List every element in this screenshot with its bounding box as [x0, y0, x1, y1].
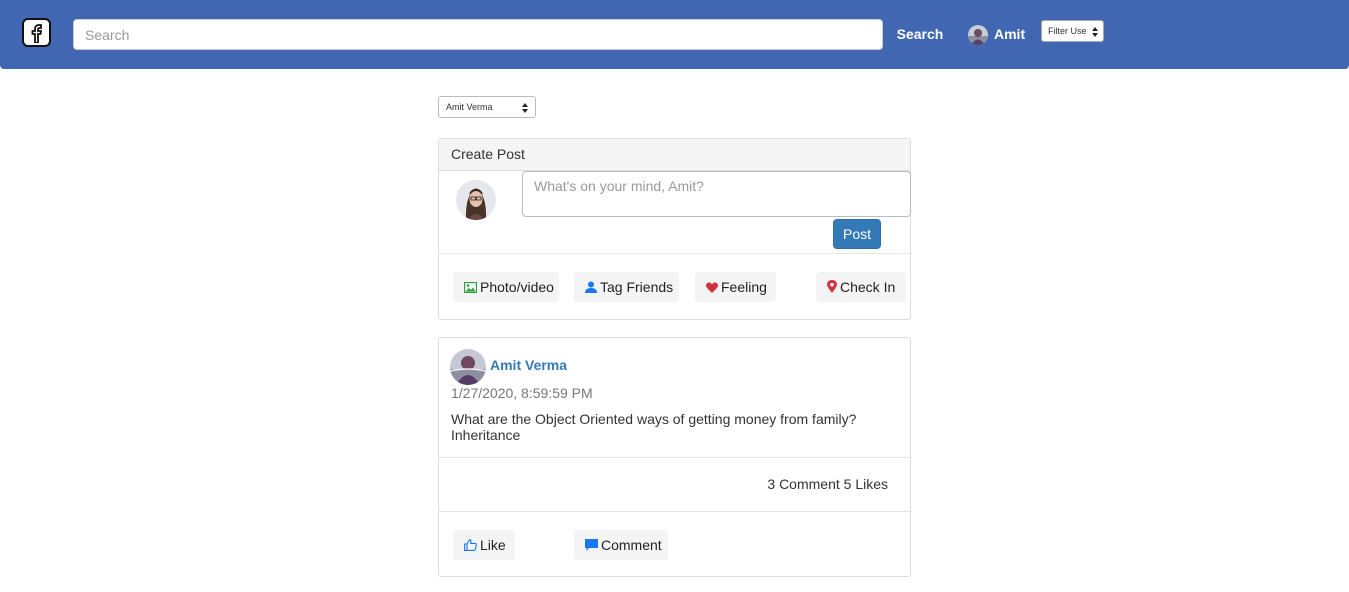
- avatar[interactable]: [968, 25, 988, 45]
- post-stats: 3 Comment 5 Likes: [767, 476, 888, 492]
- search-input[interactable]: [73, 19, 883, 50]
- post-card: Amit Verma 1/27/2020, 8:59:59 PM What ar…: [438, 337, 911, 577]
- check-in-button[interactable]: Check In: [816, 272, 906, 302]
- create-post-heading: Create Post: [439, 139, 910, 171]
- filter-users-select[interactable]: Filter Use: [1041, 20, 1104, 42]
- thumbs-up-icon: [464, 539, 477, 551]
- post-button[interactable]: Post: [833, 219, 881, 249]
- comment-label: Comment: [601, 537, 662, 553]
- facebook-logo-icon[interactable]: [22, 18, 51, 47]
- post-text: What are the Object Oriented ways of get…: [451, 411, 857, 443]
- user-select-value: Amit Verma: [446, 102, 493, 112]
- tag-friends-label: Tag Friends: [600, 279, 674, 295]
- heart-icon: [706, 282, 718, 293]
- feeling-button[interactable]: Feeling: [695, 272, 776, 302]
- feeling-label: Feeling: [721, 279, 767, 295]
- create-post-panel: Create Post Post Photo/video Tag Friends…: [438, 138, 911, 320]
- like-label: Like: [480, 537, 506, 553]
- check-in-label: Check In: [840, 279, 896, 295]
- user-icon: [585, 281, 597, 293]
- sort-arrows-icon: [522, 103, 528, 113]
- image-icon: [463, 281, 478, 294]
- divider: [439, 511, 910, 512]
- avatar: [456, 180, 496, 220]
- top-navbar: Search Amit Filter Use: [0, 0, 1349, 69]
- filter-select-label: Filter Use: [1048, 26, 1087, 36]
- user-name-link[interactable]: Amit: [994, 25, 1025, 43]
- user-select[interactable]: Amit Verma: [438, 96, 536, 118]
- photo-video-label: Photo/video: [480, 279, 554, 295]
- divider: [439, 457, 910, 458]
- comment-button[interactable]: Comment: [574, 530, 668, 560]
- photo-video-button[interactable]: Photo/video: [453, 272, 559, 302]
- post-timestamp: 1/27/2020, 8:59:59 PM: [451, 385, 593, 401]
- divider: [439, 253, 910, 254]
- tag-friends-button[interactable]: Tag Friends: [574, 272, 679, 302]
- post-textarea[interactable]: [522, 171, 911, 217]
- like-button[interactable]: Like: [453, 530, 515, 560]
- post-author-link[interactable]: Amit Verma: [490, 357, 567, 373]
- sort-arrows-icon: [1092, 27, 1098, 37]
- avatar[interactable]: [450, 349, 486, 385]
- comment-icon: [585, 539, 598, 551]
- map-marker-icon: [827, 280, 837, 293]
- search-button[interactable]: Search: [892, 24, 948, 44]
